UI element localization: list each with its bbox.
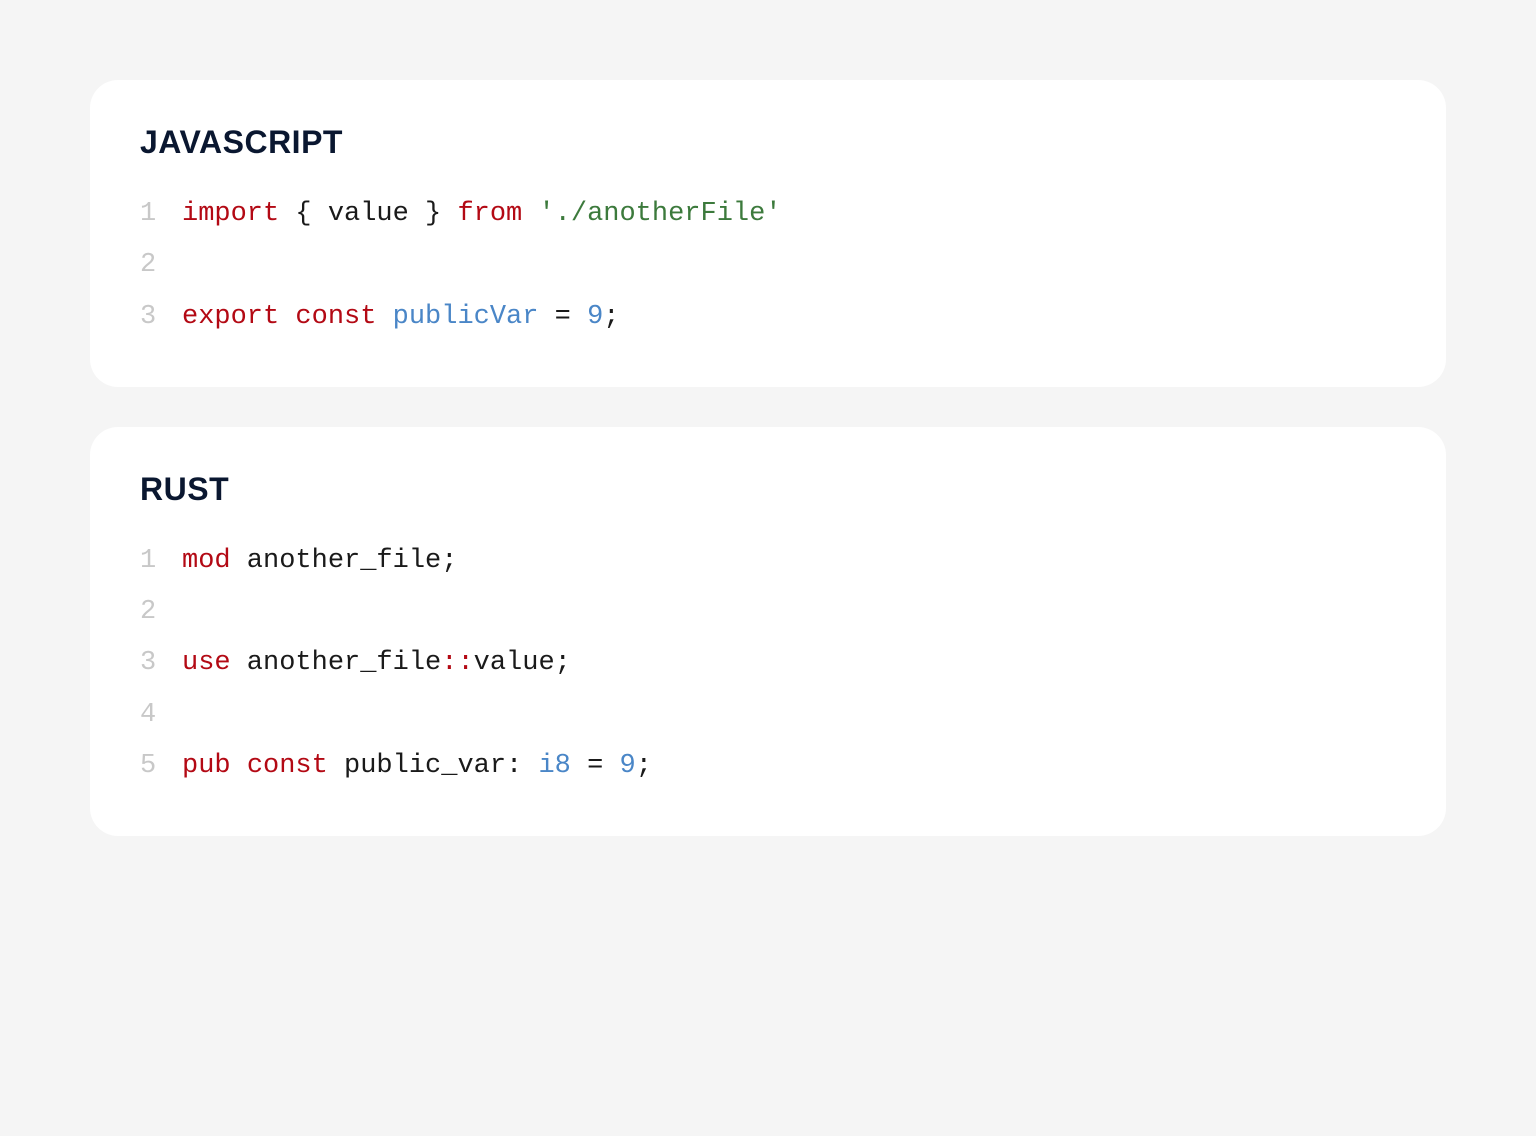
code-token: = — [538, 302, 587, 332]
code-token — [231, 751, 247, 781]
code-content — [182, 690, 198, 741]
page-root: JAVASCRIPT1import { value } from './anot… — [90, 80, 1446, 836]
code-token: './anotherFile' — [538, 199, 781, 229]
code-token: import — [182, 199, 279, 229]
code-token: = — [571, 751, 620, 781]
code-token: ; — [636, 751, 652, 781]
line-number: 1 — [140, 536, 182, 587]
code-token: mod — [182, 546, 231, 576]
code-token: ; — [441, 546, 457, 576]
code-token: :: — [441, 648, 473, 678]
code-block: 1mod another_file;2 3use another_file::v… — [140, 536, 1396, 792]
line-number: 1 — [140, 189, 182, 240]
code-token: value — [474, 648, 555, 678]
code-token: export — [182, 302, 279, 332]
line-number: 2 — [140, 587, 182, 638]
code-line: 2 — [140, 240, 1396, 291]
code-token: use — [182, 648, 231, 678]
code-content: mod another_file; — [182, 536, 457, 587]
code-card: RUST1mod another_file;2 3use another_fil… — [90, 427, 1446, 836]
line-number: 2 — [140, 240, 182, 291]
code-token: pub — [182, 751, 231, 781]
code-token: ; — [603, 302, 619, 332]
code-content — [182, 240, 198, 291]
line-number: 4 — [140, 690, 182, 741]
code-token: 9 — [587, 302, 603, 332]
code-content: use another_file::value; — [182, 638, 571, 689]
card-title: RUST — [140, 471, 1396, 508]
code-line: 1import { value } from './anotherFile' — [140, 189, 1396, 240]
code-token: const — [295, 302, 376, 332]
card-title: JAVASCRIPT — [140, 124, 1396, 161]
code-line: 5pub const public_var: i8 = 9; — [140, 741, 1396, 792]
code-token: const — [247, 751, 328, 781]
code-token: another_file — [231, 546, 442, 576]
code-token: i8 — [538, 751, 570, 781]
code-token: another_file — [231, 648, 442, 678]
code-token: ; — [555, 648, 571, 678]
code-line: 2 — [140, 587, 1396, 638]
code-content: export const publicVar = 9; — [182, 292, 619, 343]
code-line: 3use another_file::value; — [140, 638, 1396, 689]
code-content — [182, 587, 198, 638]
code-token — [522, 199, 538, 229]
code-line: 1mod another_file; — [140, 536, 1396, 587]
code-token: public_var: — [328, 751, 539, 781]
code-token — [376, 302, 392, 332]
code-card: JAVASCRIPT 1import { value } from './anot… — [90, 80, 1446, 387]
line-number: 5 — [140, 741, 182, 792]
code-token — [279, 302, 295, 332]
code-token: { value } — [279, 199, 457, 229]
code-token: 9 — [619, 751, 635, 781]
code-content: import { value } from './anotherFile' — [182, 189, 782, 240]
line-number: 3 — [140, 292, 182, 343]
code-line: 4 — [140, 690, 1396, 741]
code-block: 1import { value } from './anotherFile'2 … — [140, 189, 1396, 343]
code-content: pub const public_var: i8 = 9; — [182, 741, 652, 792]
code-token: publicVar — [393, 302, 539, 332]
code-line: 3export const publicVar = 9; — [140, 292, 1396, 343]
code-token: from — [457, 199, 522, 229]
line-number: 3 — [140, 638, 182, 689]
